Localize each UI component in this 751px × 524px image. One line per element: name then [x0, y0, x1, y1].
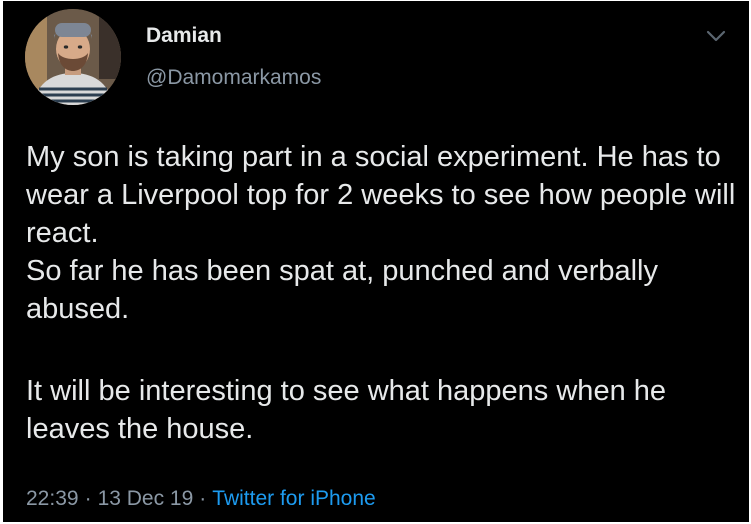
- tweet-time[interactable]: 22:39: [26, 487, 79, 510]
- chevron-down-icon[interactable]: [703, 23, 729, 49]
- screenshot-page: Damian @Damomarkamos My son is taking pa…: [0, 0, 751, 524]
- author-handle[interactable]: @Damomarkamos: [146, 65, 321, 91]
- author-display-name[interactable]: Damian: [146, 23, 222, 49]
- tweet-meta: 22:39 · 13 Dec 19 · Twitter for iPhone: [26, 486, 376, 512]
- tweet-paragraph: My son is taking part in a social experi…: [26, 141, 736, 249]
- tweet-text: My son is taking part in a social experi…: [26, 138, 736, 448]
- tweet-date[interactable]: 13 Dec 19: [98, 487, 194, 510]
- tweet-source-link[interactable]: Twitter for iPhone: [212, 487, 375, 510]
- meta-separator: ·: [84, 487, 92, 510]
- tweet-paragraph: So far he has been spat at, punched and …: [26, 255, 658, 325]
- avatar[interactable]: [25, 9, 121, 105]
- tweet-paragraph: It will be interesting to see what happe…: [26, 375, 667, 445]
- tweet-card: Damian @Damomarkamos My son is taking pa…: [3, 1, 749, 522]
- meta-separator: ·: [199, 487, 207, 510]
- avatar-image: [25, 9, 121, 105]
